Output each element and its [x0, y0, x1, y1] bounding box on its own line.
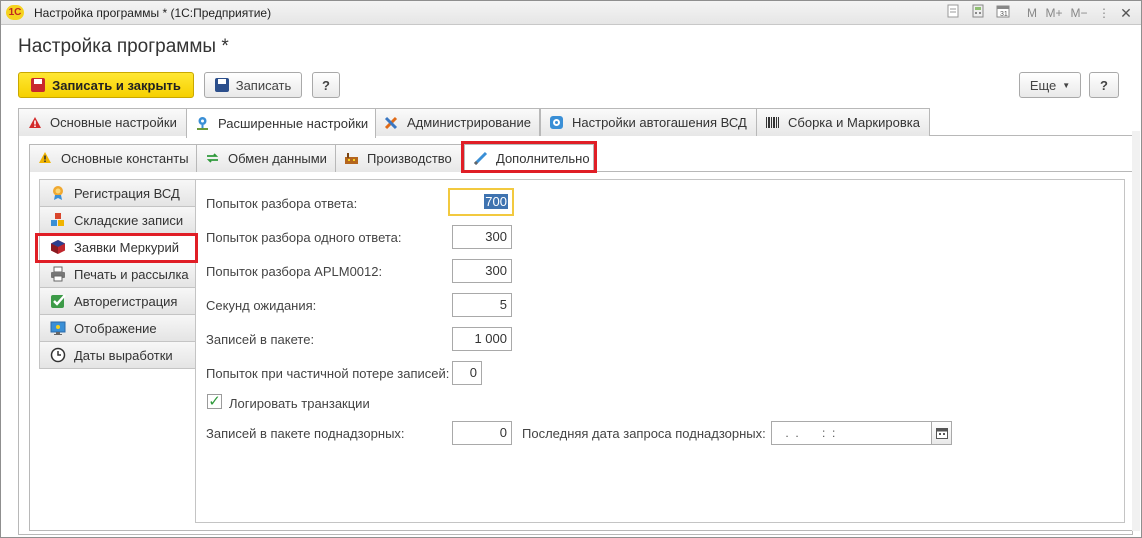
batch-records-label: Записей в пакете: — [206, 332, 315, 347]
warning-icon — [38, 151, 53, 166]
parse-aplm-field[interactable]: 300 — [452, 259, 512, 283]
subtab-data-exchange[interactable]: Обмен данными — [196, 144, 336, 172]
nav-item-label: Регистрация ВСД — [74, 185, 180, 201]
tab-auto-settings[interactable]: Настройки автогашения ВСД — [540, 108, 757, 136]
app-window: 1С Настройка программы * (1С:Предприятие… — [0, 0, 1142, 538]
help-button[interactable]: ? — [312, 72, 340, 98]
partial-loss-field[interactable]: 0 — [452, 361, 482, 385]
monitor-icon — [50, 320, 66, 336]
tab-label: Расширенные настройки — [218, 116, 369, 131]
wait-seconds-label: Секунд ожидания: — [206, 298, 317, 313]
more-label: Еще — [1029, 77, 1057, 93]
calendar-icon — [935, 428, 948, 439]
subtab-additional[interactable]: Дополнительно — [464, 144, 594, 172]
barcode-icon — [765, 115, 780, 130]
memory-plus-button[interactable]: M+ — [1044, 4, 1064, 22]
nav-item-label: Даты выработки — [74, 347, 173, 363]
section-nav: Регистрация ВСД Складские записи Заявки … — [39, 179, 196, 523]
nav-item-label: Печать и рассылка — [74, 266, 189, 282]
nav-item-print-mailing[interactable]: Печать и рассылка — [39, 260, 196, 287]
title-bar: 1С Настройка программы * (1С:Предприятие… — [1, 1, 1141, 25]
save-label: Записать — [235, 77, 292, 93]
parse-single-field[interactable]: 300 — [452, 225, 512, 249]
parse-attempts-value: 700 — [484, 194, 508, 209]
document-icon[interactable] — [945, 4, 961, 22]
save-disk-icon — [31, 78, 46, 92]
nav-item-label: Складские записи — [74, 212, 184, 228]
save-and-close-label: Записать и закрыть — [52, 77, 181, 93]
calendar-picker-button[interactable] — [931, 421, 952, 445]
vertical-scrollbar[interactable] — [1132, 131, 1140, 531]
tab-administration[interactable]: Администрирование — [375, 108, 540, 136]
tab-label: Администрирование — [407, 115, 531, 130]
more-button[interactable]: Еще ▼ — [1019, 72, 1081, 98]
save-and-close-button[interactable]: Записать и закрыть — [18, 72, 194, 98]
nav-item-label: Авторегистрация — [74, 293, 178, 309]
nav-item-label: Заявки Меркурий — [74, 239, 179, 255]
supervised-batch-label: Записей в пакете поднадзорных: — [206, 426, 405, 441]
green-check-icon — [50, 293, 66, 309]
last-request-date-field[interactable]: . . : : — [771, 421, 932, 445]
clock-icon — [50, 347, 66, 363]
log-transactions-checkbox[interactable]: ✓ — [207, 394, 222, 409]
tab-label: Основные настройки — [50, 115, 177, 130]
subtab-label: Производство — [367, 151, 452, 166]
parse-attempts-field[interactable]: 700 — [448, 188, 514, 216]
log-transactions-label: Логировать транзакции — [229, 396, 370, 411]
pen-icon — [473, 151, 488, 166]
batch-records-field[interactable]: 1 000 — [452, 327, 512, 351]
tab-main-settings[interactable]: Основные настройки — [18, 108, 187, 136]
subtab-label: Дополнительно — [496, 151, 590, 166]
factory-icon — [344, 151, 359, 166]
printer-icon — [50, 266, 66, 282]
parse-single-label: Попыток разбора одного ответа: — [206, 230, 402, 245]
nav-item-warehouse-records[interactable]: Складские записи — [39, 206, 196, 233]
sync-icon — [205, 151, 220, 166]
calculator-icon[interactable] — [970, 4, 986, 22]
memory-minus-button[interactable]: M− — [1069, 4, 1089, 22]
subtab-main-constants[interactable]: Основные константы — [29, 144, 197, 172]
partial-loss-label: Попыток при частичной потере записей: — [206, 366, 450, 381]
wait-seconds-field[interactable]: 5 — [452, 293, 512, 317]
save-button[interactable]: Записать — [204, 72, 302, 98]
chevron-down-icon: ▼ — [1062, 80, 1071, 90]
blocks-icon — [50, 212, 66, 228]
close-window-icon[interactable]: ✕ — [1118, 4, 1134, 22]
tab-advanced-settings[interactable]: Расширенные настройки — [186, 108, 376, 138]
window-title: Настройка программы * (1С:Предприятие) — [34, 6, 272, 20]
warning-icon — [27, 115, 42, 130]
nav-item-label: Отображение — [74, 320, 157, 336]
tab-label: Сборка и Маркировка — [788, 115, 920, 130]
nav-item-mercury-requests[interactable]: Заявки Меркурий — [39, 233, 196, 260]
save-disk-icon — [214, 78, 229, 92]
last-request-date-label: Последняя дата запроса поднадзорных: — [522, 426, 766, 441]
subtab-label: Обмен данными — [228, 151, 327, 166]
tab-assembly-marking[interactable]: Сборка и Маркировка — [756, 108, 930, 136]
tools-icon — [384, 115, 399, 130]
memory-m-button[interactable]: M — [1026, 4, 1038, 22]
certificate-icon — [50, 185, 66, 201]
tab-label: Настройки автогашения ВСД — [572, 115, 747, 130]
auto-settings-icon — [549, 115, 564, 130]
nav-item-display[interactable]: Отображение — [39, 314, 196, 341]
supervised-batch-field[interactable]: 0 — [452, 421, 512, 445]
page-title: Настройка программы * — [18, 36, 229, 57]
app-logo-icon: 1С — [6, 5, 24, 20]
svg-text:31: 31 — [1000, 11, 1008, 18]
subtab-label: Основные константы — [61, 151, 189, 166]
nav-item-production-dates[interactable]: Даты выработки — [39, 341, 196, 369]
calendar-icon[interactable]: 31 — [995, 4, 1011, 22]
cube-icon — [50, 239, 66, 255]
help-button-right[interactable]: ? — [1089, 72, 1119, 98]
nav-item-autoregistration[interactable]: Авторегистрация — [39, 287, 196, 314]
nav-item-vsd-registration[interactable]: Регистрация ВСД — [39, 179, 196, 206]
subtab-production[interactable]: Производство — [335, 144, 462, 172]
settings-node-icon — [195, 116, 210, 131]
parse-aplm-label: Попыток разбора APLM0012: — [206, 264, 383, 279]
parse-attempts-label: Попыток разбора ответа: — [206, 196, 358, 211]
more-window-icon[interactable]: ⋮ — [1097, 4, 1111, 22]
